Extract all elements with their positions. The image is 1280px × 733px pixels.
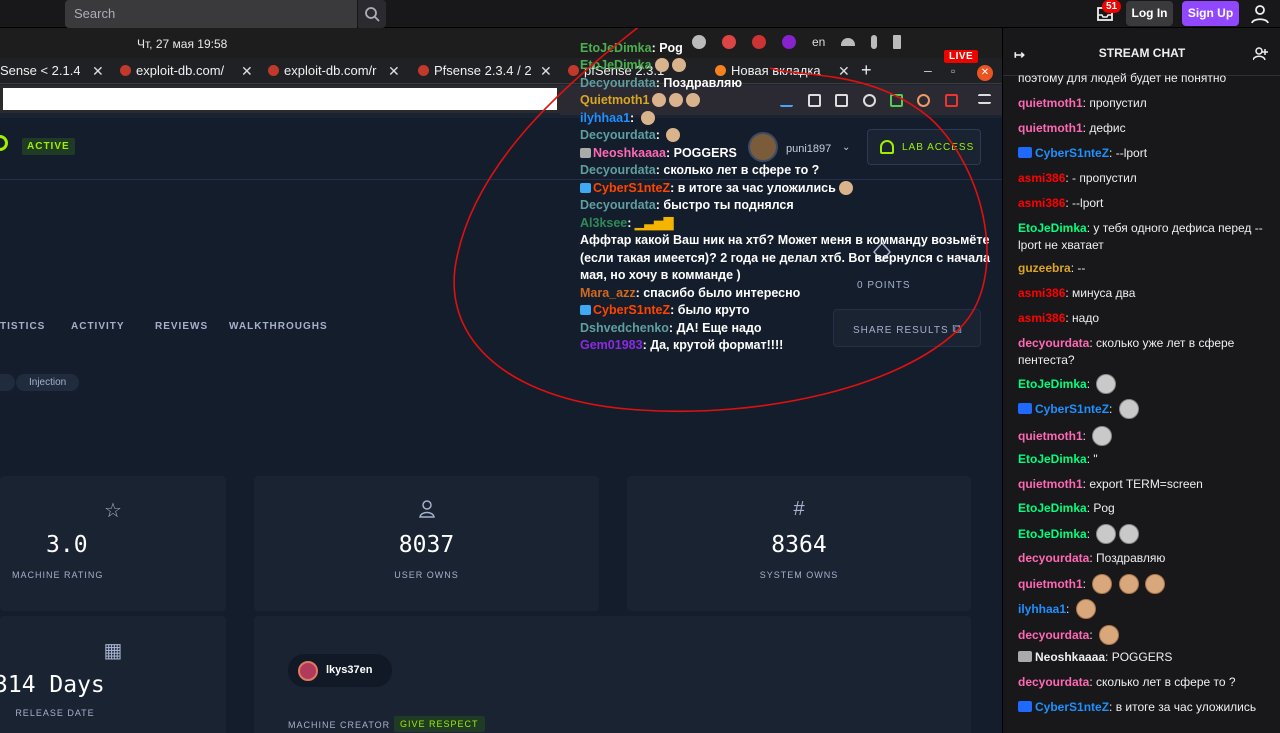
chat-user[interactable]: EtoJeDimka bbox=[1018, 501, 1087, 515]
chat-user[interactable]: quietmoth1 bbox=[1018, 121, 1083, 135]
emote-icon bbox=[1096, 524, 1117, 544]
chat-user[interactable]: decyourdata bbox=[1018, 628, 1089, 642]
chat-text: " bbox=[1093, 452, 1098, 466]
chat-user[interactable]: asmi386 bbox=[1018, 171, 1065, 185]
chat-user[interactable]: Neoshkaaaa bbox=[1035, 650, 1105, 664]
chat-text: export TERM=screen bbox=[1089, 477, 1203, 491]
chat-user[interactable]: EtoJeDimka bbox=[1018, 527, 1087, 541]
chat-message: EtoJeDimka: bbox=[1018, 374, 1270, 394]
annotation-scribble bbox=[453, 28, 988, 413]
login-button[interactable]: Log In bbox=[1126, 1, 1173, 26]
chat-user[interactable]: CyberS1nteZ bbox=[1035, 700, 1109, 714]
chat-message: guzeebra: -- bbox=[1018, 261, 1086, 275]
signup-button[interactable]: Sign Up bbox=[1182, 1, 1239, 26]
chat-user[interactable]: decyourdata bbox=[1018, 336, 1089, 350]
emote-icon bbox=[1092, 426, 1113, 446]
chat-user[interactable]: EtoJeDimka bbox=[1018, 452, 1087, 466]
chat-user[interactable]: ilyhhaa1 bbox=[1018, 602, 1066, 616]
chat-message: quietmoth1: пропустил bbox=[1018, 96, 1147, 110]
chat-text: --lport bbox=[1115, 146, 1148, 160]
chat-message: decyourdata: Поздравляю bbox=[1018, 551, 1166, 565]
chat-message: quietmoth1: bbox=[1018, 426, 1270, 446]
chat-text: в итоге за час уложились bbox=[1115, 700, 1257, 714]
emote-icon bbox=[1099, 625, 1120, 645]
chat-text: --lport bbox=[1072, 196, 1104, 210]
chat-text: дефис bbox=[1089, 121, 1126, 135]
chat-text: надо bbox=[1072, 311, 1100, 325]
emote-icon bbox=[1118, 399, 1139, 419]
search-icon bbox=[365, 7, 380, 22]
chat-user[interactable]: CyberS1nteZ bbox=[1035, 146, 1109, 160]
crown-badge-icon bbox=[1018, 147, 1032, 158]
emote-icon bbox=[1119, 524, 1140, 544]
emote-icon bbox=[1118, 574, 1139, 594]
stream-chat-panel: ↦ STREAM CHAT поэтому для людей будет не… bbox=[1002, 28, 1280, 733]
chat-user[interactable]: quietmoth1 bbox=[1018, 429, 1083, 443]
chat-message: quietmoth1: export TERM=screen bbox=[1018, 477, 1203, 491]
chat-message: asmi386: --lport bbox=[1018, 196, 1104, 210]
chat-user[interactable]: quietmoth1 bbox=[1018, 96, 1083, 110]
chat-text: пропустил bbox=[1089, 96, 1147, 110]
chat-user[interactable]: EtoJeDimka bbox=[1018, 377, 1087, 391]
screen: Search 51 Log In Sign Up Чт, 27 мая 19:5… bbox=[0, 0, 1280, 733]
crown-badge-icon bbox=[1018, 701, 1032, 712]
chat-message: CyberS1nteZ: в итоге за час уложились bbox=[1018, 699, 1270, 716]
chat-message: поэтому для людей будет не понятно bbox=[1018, 70, 1270, 87]
chat-text: -- bbox=[1077, 261, 1086, 275]
chat-message: decyourdata: bbox=[1018, 625, 1270, 645]
chat-text: POGGERS bbox=[1111, 650, 1173, 664]
chat-message: EtoJeDimka: Pog bbox=[1018, 501, 1115, 515]
chat-message: asmi386: - пропустил bbox=[1018, 171, 1137, 185]
search-button[interactable] bbox=[358, 0, 386, 28]
chat-user[interactable]: EtoJeDimka bbox=[1018, 221, 1087, 235]
chat-text: - пропустил bbox=[1072, 171, 1137, 185]
chat-title: STREAM CHAT bbox=[1098, 46, 1186, 60]
chat-user[interactable]: asmi386 bbox=[1018, 311, 1065, 325]
chat-user[interactable]: guzeebra bbox=[1018, 261, 1071, 275]
chat-message: CyberS1nteZ: --lport bbox=[1018, 145, 1270, 162]
chat-message: EtoJeDimka: bbox=[1018, 524, 1270, 544]
users-icon[interactable] bbox=[1253, 47, 1269, 61]
user-menu-icon[interactable] bbox=[1250, 4, 1270, 24]
emote-icon bbox=[1075, 599, 1096, 619]
emote-icon bbox=[1092, 574, 1113, 594]
chat-text: Поздравляю bbox=[1096, 551, 1166, 565]
search-input[interactable]: Search bbox=[65, 0, 357, 28]
chat-message: quietmoth1: bbox=[1018, 574, 1270, 594]
chat-message: quietmoth1: дефис bbox=[1018, 121, 1126, 135]
chat-text: поэтому для людей будет не понятно bbox=[1018, 71, 1227, 85]
badge-icon bbox=[1018, 651, 1032, 662]
chat-message: ilyhhaa1: bbox=[1018, 599, 1270, 619]
crown-badge-icon bbox=[1018, 403, 1032, 414]
chat-message: decyourdata: сколько уже лет в сфере пен… bbox=[1018, 336, 1235, 367]
chat-message: asmi386: минуса два bbox=[1018, 286, 1136, 300]
chat-user[interactable]: asmi386 bbox=[1018, 286, 1065, 300]
chat-text: сколько лет в сфере то ? bbox=[1096, 675, 1236, 689]
notification-count: 51 bbox=[1102, 0, 1122, 13]
top-nav-bar: Search 51 Log In Sign Up bbox=[0, 0, 1280, 28]
chat-user[interactable]: quietmoth1 bbox=[1018, 477, 1083, 491]
chat-message: CyberS1nteZ: bbox=[1018, 399, 1270, 419]
chat-message: asmi386: надо bbox=[1018, 311, 1100, 325]
chat-header: ↦ STREAM CHAT bbox=[1003, 28, 1280, 76]
chat-user[interactable]: asmi386 bbox=[1018, 196, 1065, 210]
emote-icon bbox=[1145, 574, 1166, 594]
chat-user[interactable]: decyourdata bbox=[1018, 551, 1089, 565]
emote-icon bbox=[1096, 374, 1117, 394]
chat-message: Neoshkaaaa: POGGERS bbox=[1018, 649, 1270, 666]
chat-message: EtoJeDimka: у тебя одного дефиса перед -… bbox=[1018, 221, 1263, 252]
chat-message: EtoJeDimka: " bbox=[1018, 452, 1098, 466]
chat-text: минуса два bbox=[1072, 286, 1136, 300]
chat-message: decyourdata: сколько лет в сфере то ? bbox=[1018, 675, 1236, 689]
stream-video[interactable]: Чт, 27 мая 19:58 en Sense < 2.1.4 ✕ expl… bbox=[0, 28, 1002, 733]
chat-user[interactable]: CyberS1nteZ bbox=[1035, 402, 1109, 416]
chat-text: Pog bbox=[1093, 501, 1115, 515]
chat-user[interactable]: decyourdata bbox=[1018, 675, 1089, 689]
chat-user[interactable]: quietmoth1 bbox=[1018, 577, 1083, 591]
